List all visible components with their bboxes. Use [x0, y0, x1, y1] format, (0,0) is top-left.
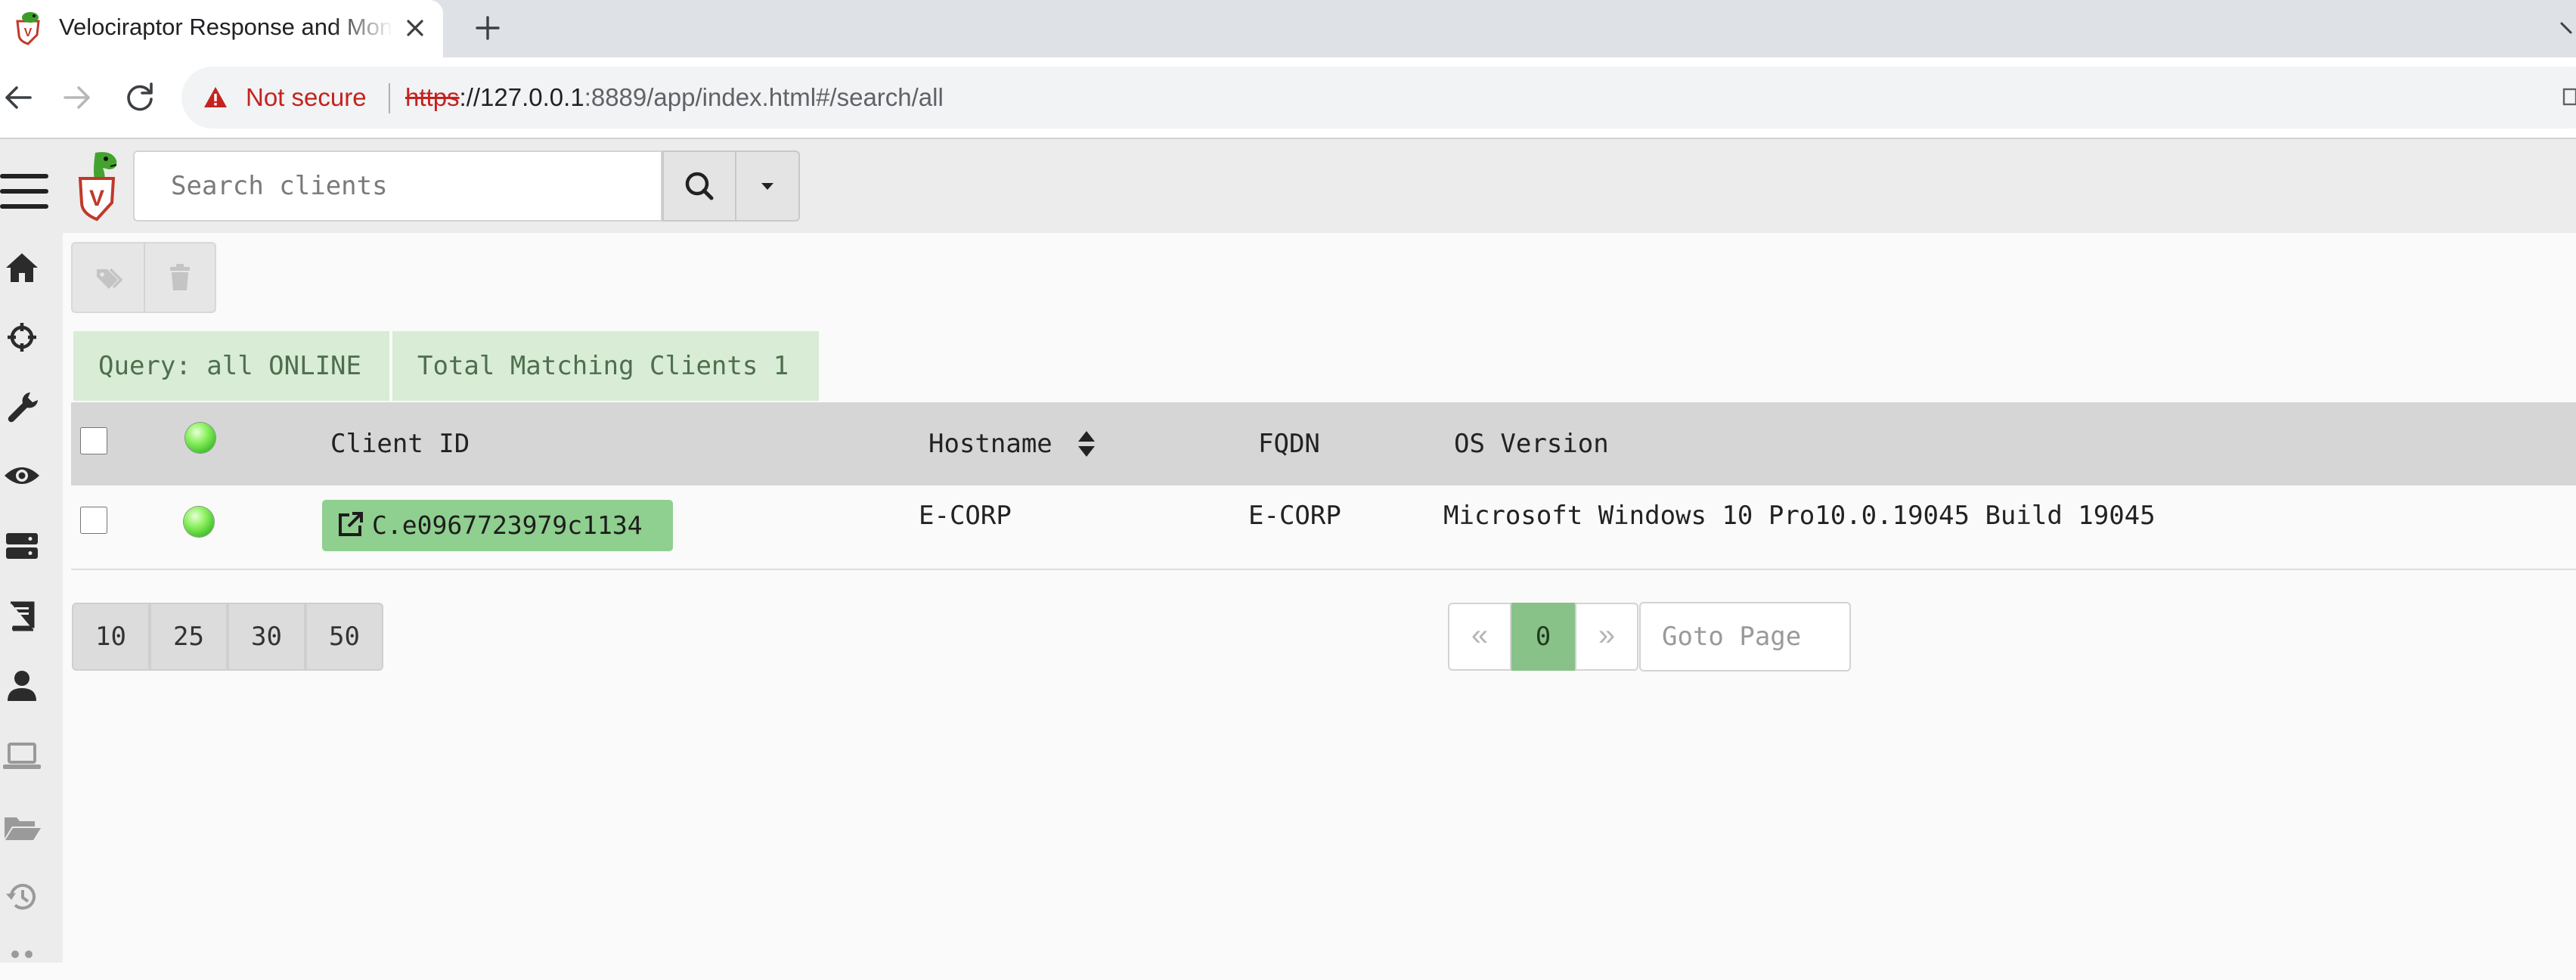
- tab-search-chevron-icon[interactable]: [2556, 11, 2576, 45]
- column-os-version[interactable]: OS Version: [1454, 402, 1609, 485]
- search-clients-input[interactable]: [133, 150, 662, 222]
- svg-text:V: V: [24, 26, 33, 39]
- delete-clients-button[interactable]: [145, 243, 215, 312]
- previous-page-button[interactable]: «: [1448, 603, 1511, 671]
- book-icon[interactable]: [0, 600, 44, 633]
- row-select-checkbox[interactable]: [80, 507, 107, 534]
- select-all-checkbox[interactable]: [80, 427, 107, 454]
- search-button[interactable]: [662, 150, 736, 222]
- online-status-icon: [184, 507, 214, 537]
- home-icon[interactable]: [0, 251, 44, 284]
- column-hostname[interactable]: Hostname: [928, 402, 1052, 485]
- page-action-icon[interactable]: [2562, 82, 2576, 112]
- total-matching-badge: Total Matching Clients 1: [392, 331, 819, 401]
- address-separator: [389, 83, 390, 113]
- close-tab-icon[interactable]: [398, 11, 432, 45]
- folder-open-icon[interactable]: [0, 810, 44, 843]
- fqdn-cell: E-CORP: [1248, 501, 1341, 531]
- not-secure-label[interactable]: Not secure: [246, 80, 367, 115]
- page-size-25-button[interactable]: 25: [150, 603, 228, 671]
- next-page-button[interactable]: »: [1575, 603, 1638, 671]
- sort-icon[interactable]: [1077, 430, 1096, 458]
- crosshairs-icon[interactable]: [0, 321, 44, 354]
- laptop-icon[interactable]: [0, 740, 44, 773]
- os-version-cell: Microsoft Windows 10 Pro10.0.19045 Build…: [1443, 501, 2156, 531]
- current-page-button[interactable]: 0: [1511, 603, 1575, 671]
- reload-icon[interactable]: [118, 76, 162, 119]
- eye-icon[interactable]: [0, 459, 44, 492]
- caret-down-icon: [761, 183, 773, 190]
- search-dropdown-button[interactable]: [736, 150, 800, 222]
- server-icon[interactable]: [0, 529, 44, 563]
- tab-title: Velociraptor Response and Monitoring: [59, 14, 393, 40]
- page-size-10-button[interactable]: 10: [72, 603, 150, 671]
- wrench-icon[interactable]: [0, 389, 44, 423]
- external-link-icon: [334, 509, 366, 541]
- query-badge: Query: all ONLINE: [73, 331, 389, 401]
- url-host: ://127.0.0.1: [459, 83, 584, 111]
- client-id-text[interactable]: C.e0967723979c1134: [372, 500, 643, 551]
- page-size-50-button[interactable]: 50: [305, 603, 383, 671]
- trash-icon: [170, 264, 190, 290]
- tags-icon: [97, 268, 123, 289]
- column-client-id[interactable]: Client ID: [330, 402, 470, 485]
- velociraptor-logo-icon[interactable]: V: [73, 150, 121, 222]
- goto-page-input[interactable]: [1639, 602, 1851, 671]
- column-fqdn[interactable]: FQDN: [1258, 402, 1320, 485]
- users-icon[interactable]: [0, 947, 44, 980]
- url-text[interactable]: https://127.0.0.1:8889/app/index.html#/s…: [405, 80, 944, 115]
- forward-arrow-icon[interactable]: [54, 76, 98, 119]
- page-size-30-button[interactable]: 30: [228, 603, 305, 671]
- browser-toolbar: [0, 57, 2576, 139]
- online-status-header-icon: [185, 423, 215, 453]
- svg-text:V: V: [89, 186, 104, 211]
- history-icon[interactable]: [0, 880, 44, 913]
- url-path: :8889/app/index.html#/search/all: [584, 83, 944, 111]
- label-clients-button[interactable]: [73, 243, 144, 312]
- back-arrow-icon[interactable]: [0, 76, 44, 119]
- hamburger-menu-icon[interactable]: [0, 171, 48, 212]
- new-tab-plus-icon[interactable]: [470, 11, 505, 45]
- user-icon[interactable]: [0, 669, 44, 702]
- url-scheme: https: [405, 83, 460, 111]
- hostname-cell: E-CORP: [919, 501, 1012, 531]
- search-icon: [685, 172, 714, 200]
- warning-triangle-icon: [203, 85, 228, 110]
- velociraptor-favicon-icon: V: [11, 11, 45, 45]
